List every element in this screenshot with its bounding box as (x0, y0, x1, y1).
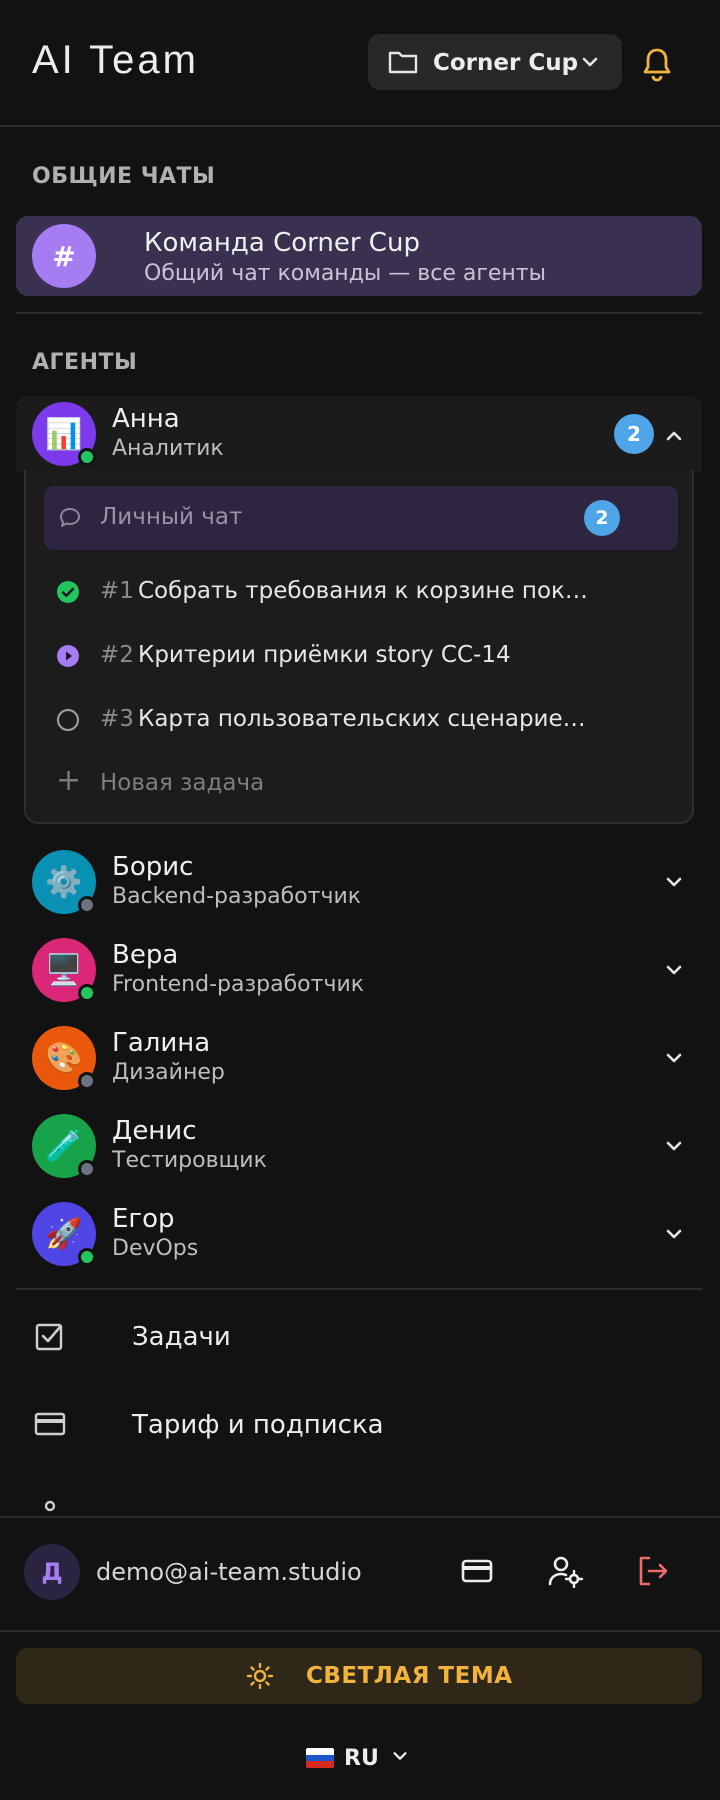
private-chat-label: Личный чат (100, 504, 243, 530)
task-item[interactable]: #1 Собрать требования к корзине покупок (44, 568, 678, 616)
plus-icon: + (56, 763, 82, 798)
agent-name: Анна (112, 404, 180, 434)
chart-icon: 📊 (45, 416, 83, 452)
agent-name: Егор (112, 1204, 175, 1234)
task-title: Карта пользовательских сценариев по… (138, 706, 598, 732)
agent-row-anna[interactable]: 📊 Анна Аналитик 2 (16, 396, 702, 472)
play-circle-icon (56, 644, 80, 672)
user-bar: Д demo@ai-team.studio (0, 1516, 720, 1632)
status-online-indicator (78, 984, 96, 1002)
empty-circle-icon (56, 708, 80, 736)
user-avatar[interactable]: Д (24, 1544, 80, 1600)
task-number: #1 (100, 578, 134, 604)
chevron-down-icon[interactable] (664, 1136, 684, 1160)
agent-role: Тестировщик (112, 1148, 267, 1173)
agent-role: DevOps (112, 1236, 199, 1261)
palette-icon: 🎨 (45, 1040, 83, 1076)
gear-icon: ⚙️ (45, 864, 83, 900)
team-chat-subtitle: Общий чат команды — все агенты (144, 261, 546, 286)
chevron-down-icon[interactable] (664, 960, 684, 984)
project-name: Corner Cup (433, 50, 579, 76)
chevron-up-icon[interactable] (664, 426, 684, 450)
sun-icon (246, 1662, 274, 1694)
credit-card-icon[interactable] (460, 1554, 494, 1592)
agent-name: Денис (112, 1116, 197, 1146)
folder-icon (388, 49, 418, 79)
credit-card-icon (34, 1408, 66, 1444)
monitor-icon: 🖥️ (45, 952, 83, 988)
user-email: demo@ai-team.studio (96, 1558, 362, 1586)
logout-icon[interactable] (636, 1554, 670, 1592)
chevron-down-icon (580, 52, 600, 76)
nav-scroll-area[interactable]: Задачи Тариф и подписка (0, 1290, 720, 1520)
agent-role: Дизайнер (112, 1060, 225, 1085)
status-online-indicator (78, 448, 96, 466)
status-offline-indicator (78, 1072, 96, 1090)
team-chat-avatar: # (32, 224, 96, 288)
chat-bubble-icon (58, 506, 82, 534)
nav-label: Задачи (132, 1322, 231, 1352)
agent-row-denis[interactable]: 🧪 Денис Тестировщик (16, 1108, 702, 1184)
agent-role: Аналитик (112, 436, 224, 461)
agent-row-boris[interactable]: ⚙️ Борис Backend-разработчик (16, 844, 702, 920)
agent-name: Галина (112, 1028, 211, 1058)
task-number: #3 (100, 706, 134, 732)
theme-label: СВЕТЛАЯ ТЕМА (306, 1663, 513, 1689)
status-offline-indicator (78, 1160, 96, 1178)
new-task-label: Новая задача (100, 770, 265, 796)
user-settings-icon[interactable] (548, 1554, 584, 1592)
chevron-down-icon[interactable] (664, 1224, 684, 1248)
agent-role: Backend-разработчик (112, 884, 362, 909)
agent-name: Вера (112, 940, 179, 970)
nav-label: Тариф и подписка (132, 1410, 384, 1440)
rocket-icon: 🚀 (45, 1216, 83, 1252)
task-item[interactable]: #3 Карта пользовательских сценариев по… (44, 696, 678, 744)
russia-flag-icon (306, 1748, 334, 1768)
nav-item-tasks[interactable]: Задачи (0, 1298, 720, 1378)
agent-row-galina[interactable]: 🎨 Галина Дизайнер (16, 1020, 702, 1096)
agent-name: Борис (112, 852, 194, 882)
section-agents: АГЕНТЫ (32, 350, 138, 375)
language-label: RU (344, 1745, 379, 1771)
unread-badge: 2 (614, 414, 654, 454)
chevron-down-icon[interactable] (664, 1048, 684, 1072)
test-tube-icon: 🧪 (45, 1128, 83, 1164)
section-general-chats: ОБЩИЕ ЧАТЫ (32, 164, 216, 189)
checkbox-icon (34, 1320, 66, 1356)
bell-icon[interactable] (640, 46, 674, 86)
status-online-indicator (78, 1248, 96, 1266)
team-chat-item[interactable]: # Команда Corner Cup Общий чат команды —… (16, 216, 702, 296)
chevron-down-icon[interactable] (664, 872, 684, 896)
unread-badge: 2 (584, 500, 620, 536)
agent-row-egor[interactable]: 🚀 Егор DevOps (16, 1196, 702, 1272)
agent-panel-anna: Личный чат 2 #1 Собрать требования к кор… (24, 470, 694, 824)
task-title: Собрать требования к корзине покупок (138, 578, 598, 604)
nav-item-billing[interactable]: Тариф и подписка (0, 1386, 720, 1466)
check-circle-icon (56, 580, 80, 608)
divider (16, 312, 702, 314)
language-selector[interactable]: RU (306, 1738, 409, 1778)
light-theme-button[interactable]: СВЕТЛАЯ ТЕМА (16, 1648, 702, 1704)
chevron-down-icon (391, 1747, 409, 1769)
task-number: #2 (100, 642, 134, 668)
new-task-button[interactable]: + Новая задача (44, 764, 678, 808)
project-selector[interactable]: Corner Cup (368, 34, 622, 90)
status-offline-indicator (78, 896, 96, 914)
agent-row-vera[interactable]: 🖥️ Вера Frontend-разработчик (16, 932, 702, 1008)
team-chat-title: Команда Corner Cup (144, 228, 420, 258)
app-header: AI Team Corner Cup (0, 0, 720, 127)
private-chat-item[interactable]: Личный чат 2 (44, 486, 678, 550)
task-item[interactable]: #2 Критерии приёмки story CC-14 (44, 632, 678, 680)
task-title: Критерии приёмки story CC-14 (138, 642, 511, 668)
agent-role: Frontend-разработчик (112, 972, 365, 997)
app-title: AI Team (32, 38, 199, 82)
